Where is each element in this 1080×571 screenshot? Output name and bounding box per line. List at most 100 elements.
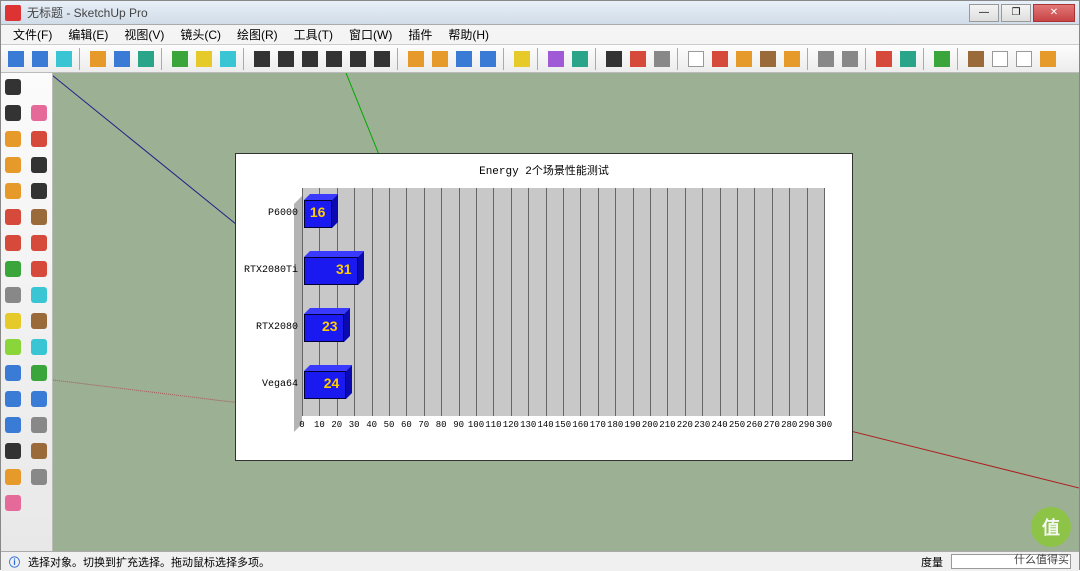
tool-info[interactable] — [217, 48, 239, 70]
tool-zoomwin[interactable] — [27, 387, 51, 411]
menu-工具(T)[interactable]: 工具(T) — [288, 25, 339, 44]
tool-layers[interactable] — [757, 48, 779, 70]
tool-move[interactable] — [27, 205, 51, 229]
menu-文件(F)[interactable]: 文件(F) — [7, 25, 58, 44]
menu-插件[interactable]: 插件 — [402, 25, 438, 44]
tool-rect[interactable] — [1, 127, 25, 151]
bar-value: 24 — [324, 375, 340, 391]
tool-line[interactable] — [1, 101, 25, 125]
tool-cube5[interactable] — [569, 48, 591, 70]
tool-circle[interactable] — [1, 153, 25, 177]
tool-cube2[interactable] — [111, 48, 133, 70]
tool-globe[interactable] — [627, 48, 649, 70]
tool-protractor[interactable] — [1, 309, 25, 333]
close-button[interactable]: ✕ — [1033, 4, 1075, 22]
xtick: 210 — [659, 420, 675, 430]
tool-pushpull[interactable] — [1, 205, 25, 229]
tool-orbit[interactable] — [1, 361, 25, 385]
xtick: 70 — [418, 420, 429, 430]
viewport[interactable]: Energy 2个场景性能测试 010203040506070809010011… — [53, 73, 1079, 551]
menu-镜头(C)[interactable]: 镜头(C) — [174, 25, 227, 44]
tool-dim[interactable] — [27, 283, 51, 307]
menu-绘图(R)[interactable]: 绘图(R) — [231, 25, 284, 44]
tool-model[interactable] — [5, 48, 27, 70]
tool-wrench[interactable] — [815, 48, 837, 70]
menu-窗口(W)[interactable]: 窗口(W) — [343, 25, 398, 44]
menu-视图(V)[interactable]: 视图(V) — [118, 25, 170, 44]
separator — [161, 48, 165, 70]
tool-freehand[interactable] — [27, 179, 51, 203]
tool-palette[interactable] — [193, 48, 215, 70]
bar-RTX2080Ti: 31RTX2080Ti — [304, 257, 358, 285]
tool-cube4[interactable] — [545, 48, 567, 70]
tool-rotate[interactable] — [1, 231, 25, 255]
tool-cube1[interactable] — [87, 48, 109, 70]
tool-axes[interactable] — [1, 335, 25, 359]
tool-house1[interactable] — [965, 48, 987, 70]
xtick: 10 — [314, 420, 325, 430]
separator — [923, 48, 927, 70]
tool-position[interactable] — [27, 439, 51, 463]
separator — [807, 48, 811, 70]
menu-编辑(E)[interactable]: 编辑(E) — [62, 25, 114, 44]
tool-house2[interactable] — [989, 48, 1011, 70]
tool-box[interactable] — [169, 48, 191, 70]
tool-prev[interactable] — [299, 48, 321, 70]
tool-plug[interactable] — [603, 48, 625, 70]
tool-package1[interactable] — [405, 48, 427, 70]
tool-select[interactable] — [1, 75, 25, 99]
tool-next[interactable] — [347, 48, 369, 70]
tool-look[interactable] — [27, 413, 51, 437]
tool-refresh[interactable] — [873, 48, 895, 70]
tool-pencil[interactable] — [27, 127, 51, 151]
tool-paint[interactable] — [781, 48, 803, 70]
tool-camera[interactable] — [251, 48, 273, 70]
tool-end[interactable] — [371, 48, 393, 70]
tool-open[interactable] — [29, 48, 51, 70]
xtick: 300 — [816, 420, 832, 430]
tool-gear[interactable] — [839, 48, 861, 70]
tool-scale[interactable] — [1, 257, 25, 281]
xtick: 150 — [555, 420, 571, 430]
xtick: 280 — [781, 420, 797, 430]
tool-globe2[interactable] — [897, 48, 919, 70]
separator — [243, 48, 247, 70]
tool-help[interactable] — [931, 48, 953, 70]
tool-blank — [27, 75, 51, 99]
tool-reload1[interactable] — [453, 48, 475, 70]
tool-house4[interactable] — [1037, 48, 1059, 70]
minimize-button[interactable]: — — [969, 4, 999, 22]
tool-polygon[interactable] — [1, 179, 25, 203]
bar-P6000: 16P6000 — [304, 200, 332, 228]
tool-cursor[interactable] — [685, 48, 707, 70]
tool-rewind[interactable] — [275, 48, 297, 70]
tool-section[interactable] — [1, 465, 25, 489]
tool-reload2[interactable] — [477, 48, 499, 70]
tool-grid[interactable] — [651, 48, 673, 70]
tool-package2[interactable] — [429, 48, 451, 70]
tool-text[interactable] — [27, 309, 51, 333]
tool-followme[interactable] — [27, 231, 51, 255]
tool-tape[interactable] — [1, 283, 25, 307]
tool-warn[interactable] — [511, 48, 533, 70]
tool-spin[interactable] — [709, 48, 731, 70]
menubar: 文件(F)编辑(E)视图(V)镜头(C)绘图(R)工具(T)窗口(W)插件帮助(… — [1, 25, 1079, 45]
maximize-button[interactable]: ❐ — [1001, 4, 1031, 22]
tool-arc[interactable] — [27, 153, 51, 177]
tool-house3[interactable] — [1013, 48, 1035, 70]
tool-save[interactable] — [53, 48, 75, 70]
tool-prev-view[interactable] — [1, 413, 25, 437]
tool-cube3[interactable] — [135, 48, 157, 70]
tool-dot[interactable] — [27, 465, 51, 489]
xtick: 100 — [468, 420, 484, 430]
menu-帮助(H)[interactable]: 帮助(H) — [442, 25, 495, 44]
tool-offset[interactable] — [27, 257, 51, 281]
tool-pan[interactable] — [27, 361, 51, 385]
tool-eraser[interactable] — [27, 101, 51, 125]
tool-zoom[interactable] — [1, 387, 25, 411]
tool-component[interactable] — [1, 491, 25, 515]
tool-walk[interactable] — [1, 439, 25, 463]
tool-3dtext[interactable] — [27, 335, 51, 359]
tool-sun[interactable] — [733, 48, 755, 70]
tool-play[interactable] — [323, 48, 345, 70]
